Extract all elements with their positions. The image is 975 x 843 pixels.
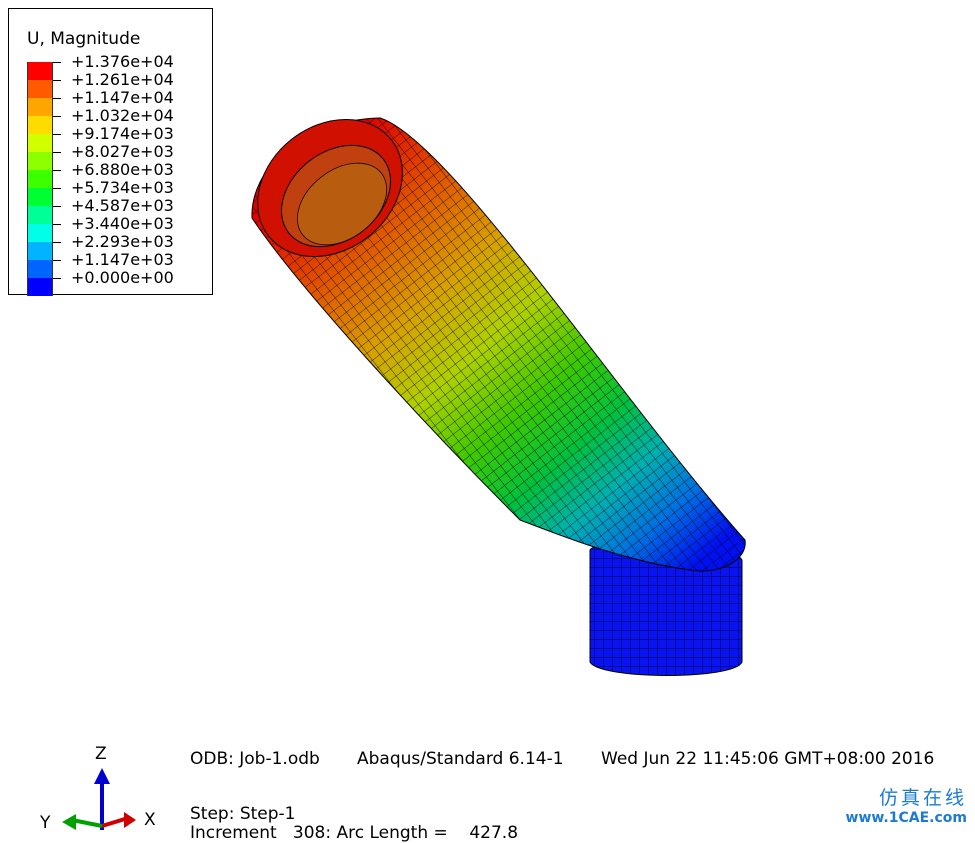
- axis-z-label: Z: [95, 744, 107, 764]
- legend-value: +1.376e+04: [71, 52, 174, 71]
- legend-value: +8.027e+03: [71, 142, 174, 161]
- legend-swatch: [27, 206, 53, 224]
- legend-tick: [53, 116, 61, 117]
- legend-value: +3.440e+03: [71, 214, 174, 233]
- legend-title: U, Magnitude: [27, 29, 141, 49]
- legend-value: +1.032e+04: [71, 106, 174, 125]
- legend-tick: [53, 242, 61, 243]
- legend-tick: [53, 98, 61, 99]
- legend-value: +1.261e+04: [71, 70, 174, 89]
- legend-value: +1.147e+04: [71, 88, 174, 107]
- legend-value: +1.147e+03: [71, 250, 174, 269]
- legend-tick: [53, 62, 61, 63]
- legend-tick: [53, 206, 61, 207]
- legend-tick: [53, 188, 61, 189]
- odb-name: ODB: Job-1.odb: [190, 749, 320, 769]
- legend-swatch: [27, 80, 53, 98]
- axis-x-label: X: [144, 810, 156, 830]
- deformed-tube: [251, 117, 746, 572]
- axis-triad: [62, 768, 136, 830]
- legend-tick: [53, 260, 61, 261]
- legend-swatch: [27, 152, 53, 170]
- watermark-cn: 仿真在线: [878, 787, 967, 809]
- axis-y-label: Y: [40, 813, 51, 833]
- legend-swatch: [27, 188, 53, 206]
- legend-value: +9.174e+03: [71, 124, 174, 143]
- legend-swatch: [27, 260, 53, 278]
- legend-value: +4.587e+03: [71, 196, 174, 215]
- legend-swatch: [27, 134, 53, 152]
- solver-version: Abaqus/Standard 6.14-1: [357, 749, 564, 769]
- contour-legend: U, Magnitude +1.376e+04 +1.261e+04 +1.147e…: [8, 8, 213, 296]
- legend-value: +0.000e+00: [71, 268, 174, 287]
- legend-value: +2.293e+03: [71, 232, 174, 251]
- watermark: 仿真在线 www.1CAE.com: [846, 783, 967, 826]
- legend-tick: [53, 170, 61, 171]
- timestamp: Wed Jun 22 11:45:06 GMT+08:00 2016: [601, 749, 935, 769]
- legend-swatch: [27, 224, 53, 242]
- legend-tick: [53, 152, 61, 153]
- legend-swatch: [27, 62, 53, 80]
- step-label: Step: Step-1: [190, 804, 296, 824]
- increment-label: Increment 308: Arc Length = 427.8: [190, 823, 519, 843]
- legend-tick: [53, 224, 61, 225]
- legend-tick: [53, 134, 61, 135]
- legend-swatch: [27, 116, 53, 134]
- legend-tick: [53, 80, 61, 81]
- legend-swatch: [27, 278, 53, 296]
- legend-swatch: [27, 170, 53, 188]
- legend-value: +5.734e+03: [71, 178, 174, 197]
- watermark-url: www.1CAE.com: [845, 810, 967, 826]
- legend-swatch: [27, 98, 53, 116]
- legend-swatch: [27, 242, 53, 260]
- legend-tick: [53, 278, 61, 279]
- legend-value: +6.880e+03: [71, 160, 174, 179]
